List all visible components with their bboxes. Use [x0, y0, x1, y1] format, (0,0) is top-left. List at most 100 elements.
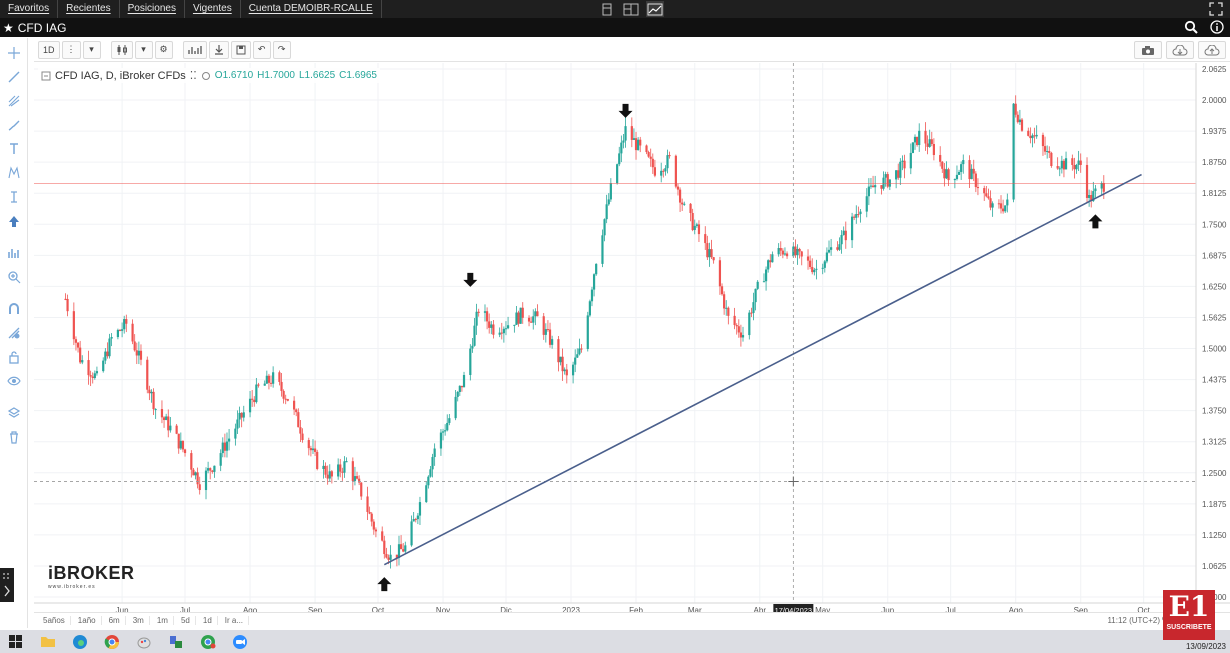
chrome-icon[interactable]	[102, 633, 122, 651]
candle-body	[351, 461, 354, 481]
candle-body	[326, 474, 329, 479]
drawing-tools-panel	[0, 38, 28, 628]
split-view-icon[interactable]	[622, 1, 640, 17]
date-range-bar: 5años 1año 6m 3m 1m 5d 1d Ir a... 11:12 …	[34, 612, 1230, 628]
range-3m-button[interactable]: 3m	[128, 616, 150, 625]
candle-body	[779, 248, 782, 251]
zoom-app-icon[interactable]	[230, 633, 250, 651]
candle-body	[439, 432, 443, 449]
fullscreen-icon[interactable]	[1208, 1, 1224, 17]
brush-tool-icon[interactable]	[5, 116, 23, 134]
candle-body	[991, 203, 994, 208]
range-5y-button[interactable]: 5años	[38, 616, 71, 625]
candle-body	[456, 391, 459, 397]
chart-canvas[interactable]: 1.83251.232517/04/2023 2.06252.00001.937…	[34, 63, 1230, 628]
chrome-profile-icon[interactable]	[198, 633, 218, 651]
menu-recientes[interactable]: Recientes	[58, 0, 120, 18]
candle-body	[681, 202, 684, 205]
measure-tool-icon[interactable]	[5, 188, 23, 206]
cloud-upload-icon[interactable]	[1198, 41, 1226, 59]
candle-body	[725, 307, 728, 309]
candle-body	[125, 319, 128, 324]
arrow-tool-icon[interactable]	[5, 212, 23, 230]
menu-cuenta[interactable]: Cuenta DEMOIBR-RCALLE	[241, 0, 382, 18]
candle-body	[374, 529, 378, 532]
candle-body	[1031, 135, 1034, 139]
trendline-tool-icon[interactable]	[5, 68, 23, 86]
file-explorer-icon[interactable]	[38, 633, 58, 651]
lock-drawing-icon[interactable]	[5, 324, 23, 342]
menu-vigentes[interactable]: Vigentes	[185, 0, 241, 18]
info-icon[interactable]	[1210, 20, 1224, 37]
candle-body	[506, 325, 510, 329]
range-1m-button[interactable]: 1m	[152, 616, 174, 625]
chevron-down-icon[interactable]: ▾	[82, 40, 101, 59]
lock-icon[interactable]	[5, 348, 23, 366]
menu-favoritos[interactable]: Favoritos	[0, 0, 59, 18]
range-1y-button[interactable]: 1año	[73, 616, 102, 625]
zoom-icon[interactable]	[5, 268, 23, 286]
subscribe-badge[interactable]: E1 SUSCRIBETE	[1163, 590, 1215, 640]
candle-body	[1050, 152, 1053, 167]
indicators-icon[interactable]	[182, 40, 207, 59]
edge-browser-icon[interactable]	[70, 633, 90, 651]
crosshair-icon[interactable]	[5, 44, 23, 62]
candle-body	[322, 465, 325, 469]
indicators-tool-icon[interactable]	[5, 244, 23, 262]
legend-settings-icon[interactable]	[201, 71, 211, 81]
undo-icon[interactable]: ↶	[252, 40, 271, 59]
arrow-down-marker	[463, 272, 478, 287]
price-tick-label: 1.5000	[1202, 345, 1227, 354]
pitchfork-tool-icon[interactable]	[5, 92, 23, 110]
candle-body	[647, 152, 650, 157]
candle-body	[767, 260, 770, 270]
range-5d-button[interactable]: 5d	[176, 616, 196, 625]
save-icon[interactable]	[230, 40, 251, 59]
candle-body	[924, 130, 927, 144]
collapse-legend-icon[interactable]	[41, 71, 51, 81]
redo-icon[interactable]: ↷	[272, 40, 291, 59]
magnet-icon[interactable]	[5, 300, 23, 318]
search-icon[interactable]	[1184, 20, 1198, 37]
price-chart[interactable]: 1.83251.232517/04/2023 2.06252.00001.937…	[34, 63, 1230, 628]
candle-body	[798, 248, 801, 252]
candle-body	[433, 448, 436, 458]
more-options-icon[interactable]: ⋮	[61, 40, 81, 59]
download-icon[interactable]	[208, 40, 229, 59]
candle-body	[521, 307, 524, 318]
trash-icon[interactable]	[5, 428, 23, 446]
price-axis	[1196, 63, 1230, 603]
cloud-download-icon[interactable]	[1166, 41, 1194, 59]
candle-body	[139, 350, 143, 360]
candle-body	[666, 155, 669, 169]
eye-icon[interactable]	[5, 372, 23, 390]
chart-view-icon[interactable]	[646, 1, 664, 17]
range-1d-button[interactable]: 1d	[198, 616, 218, 625]
candle-body	[1029, 135, 1032, 139]
chart-type-dropdown-icon[interactable]: ▾	[134, 40, 153, 59]
legend-dots-icon[interactable]: ⁚⁚	[190, 69, 197, 82]
candle-body	[1062, 160, 1066, 170]
menu-posiciones[interactable]: Posiciones	[120, 0, 185, 18]
range-6m-button[interactable]: 6m	[104, 616, 126, 625]
network-app-icon[interactable]	[166, 633, 186, 651]
pattern-tool-icon[interactable]	[5, 164, 23, 182]
candle-body	[850, 216, 854, 241]
candle-body	[104, 351, 107, 361]
candle-body	[741, 335, 745, 338]
candle-body	[739, 332, 743, 338]
candle-type-icon[interactable]	[110, 40, 133, 59]
candle-body	[735, 325, 738, 327]
layers-icon[interactable]	[5, 404, 23, 422]
badge-logo: E1	[1168, 590, 1210, 623]
interval-selector[interactable]: 1D	[38, 40, 60, 59]
single-view-icon[interactable]	[598, 1, 616, 17]
goto-date-button[interactable]: Ir a...	[220, 616, 250, 625]
favorite-star-icon[interactable]: ★	[3, 21, 14, 35]
collapse-panel-handle[interactable]	[0, 568, 14, 602]
settings-gear-icon[interactable]: ⚙	[154, 40, 173, 59]
paint-app-icon[interactable]	[134, 633, 154, 651]
windows-start-icon[interactable]	[6, 633, 26, 651]
camera-snapshot-icon[interactable]	[1134, 41, 1162, 59]
text-tool-icon[interactable]	[5, 140, 23, 158]
